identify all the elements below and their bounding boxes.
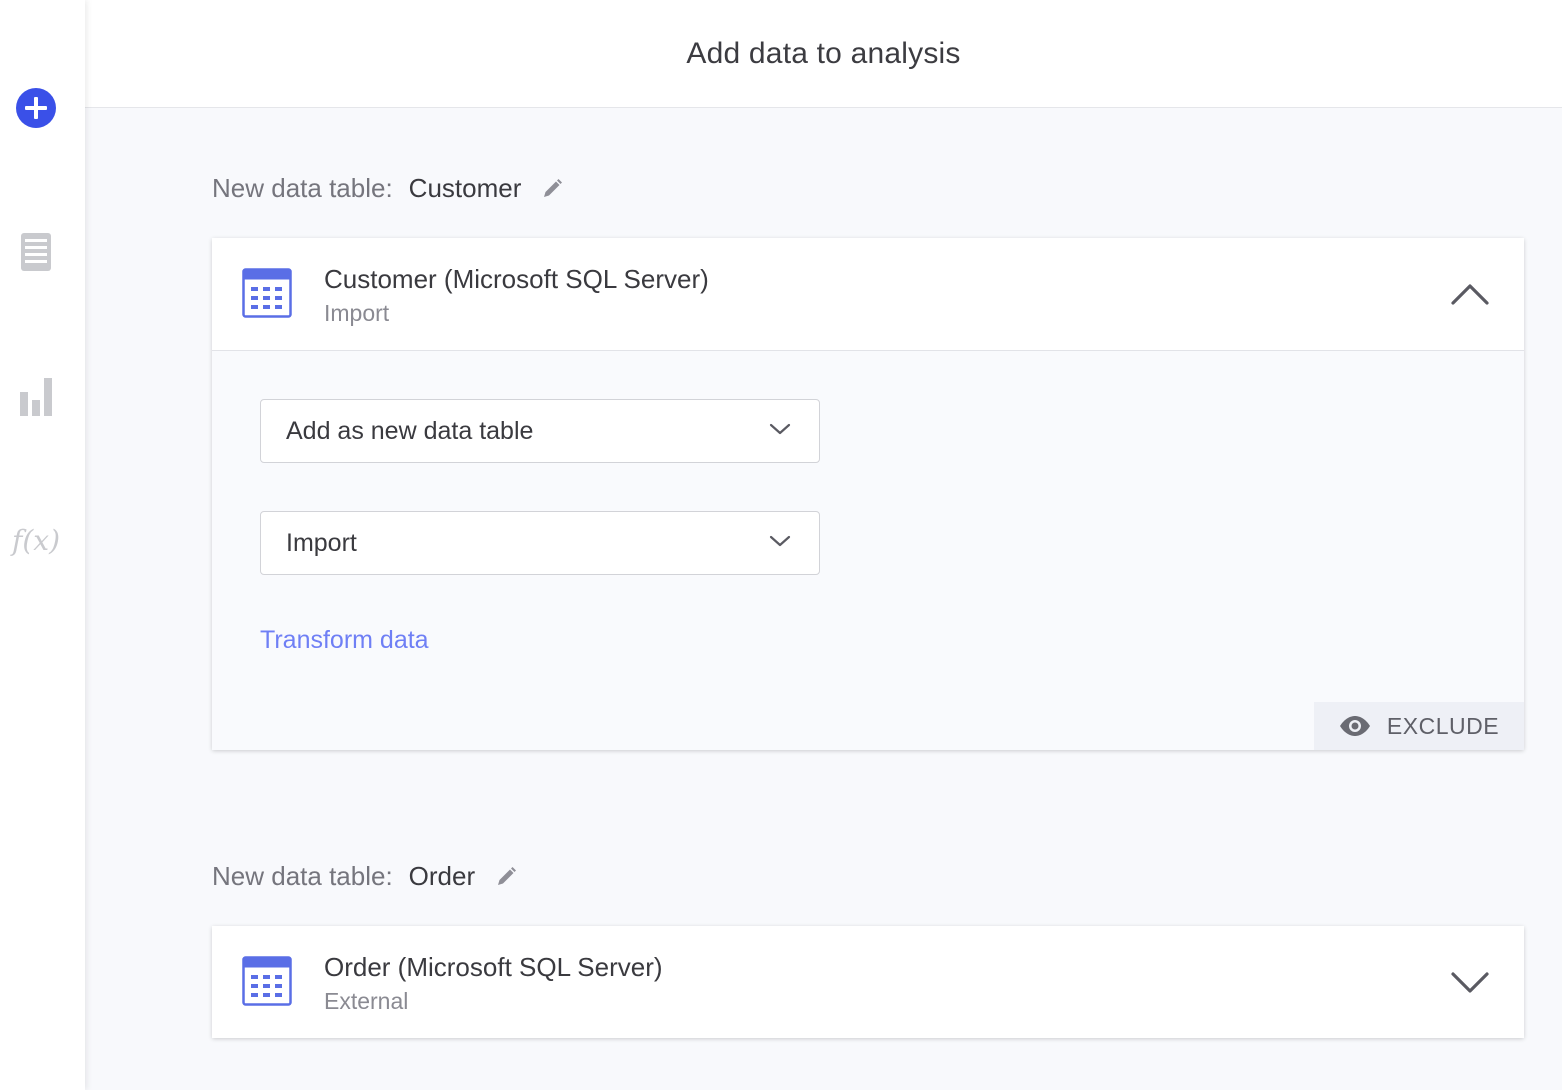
data-source-mode: Import [324,300,390,326]
function-icon: f(x) [10,524,60,557]
edit-table-name-button[interactable] [541,178,563,200]
left-sidebar: f(x) [0,0,85,1090]
table-name-row: New data table: Customer [212,173,563,204]
transform-data-link[interactable]: Transform data [260,626,429,655]
card-header[interactable]: Order (Microsoft SQL Server) External [212,926,1524,1038]
edit-table-name-button[interactable] [495,866,517,888]
visualizations-button[interactable] [0,366,72,426]
load-mode-dropdown[interactable]: Import [260,511,820,575]
exclude-label: EXCLUDE [1386,712,1500,739]
expand-toggle-button[interactable] [1448,962,1492,1002]
load-mode-value: Import [286,528,357,557]
collapse-toggle-button[interactable] [1448,274,1492,314]
card-header[interactable]: Customer (Microsoft SQL Server) Import [212,238,1524,350]
plus-circle-icon [16,88,56,128]
add-mode-dropdown[interactable]: Add as new data table [260,399,820,463]
exclude-button[interactable]: EXCLUDE [1314,702,1524,750]
chevron-down-icon [769,535,791,547]
data-source-card: Customer (Microsoft SQL Server) Import A… [212,238,1524,750]
table-name-label: New data table: [212,861,393,891]
data-source-name: Order (Microsoft SQL Server) [324,952,663,982]
chevron-down-icon [769,423,791,435]
eye-icon [1339,716,1370,736]
page-title: Add data to analysis [686,36,961,70]
bar-chart-icon [20,378,52,416]
chevron-down-icon [1451,972,1489,993]
table-name-value: Order [408,861,476,891]
data-source-mode: External [324,988,409,1014]
table-grid-icon [242,956,292,1006]
table-grid-icon [242,268,292,318]
table-name-value: Customer [408,173,522,203]
pencil-icon [544,178,563,197]
table-name-row: New data table: Order [212,861,517,892]
page-header: Add data to analysis [85,0,1562,108]
chevron-up-icon [1451,284,1489,305]
card-body: Add as new data table Import Transform d… [212,350,1524,750]
pencil-icon [498,866,517,885]
data-source-name: Customer (Microsoft SQL Server) [324,264,709,294]
table-name-label: New data table: [212,173,393,203]
data-source-card: Order (Microsoft SQL Server) External [212,926,1524,1038]
add-mode-value: Add as new data table [286,416,534,445]
data-table-icon [21,233,51,271]
expression-button[interactable]: f(x) [0,510,72,570]
add-data-button[interactable] [0,78,72,138]
main-content: New data table: Customer Customer (Micro… [85,109,1562,1090]
svg-text:f(x): f(x) [10,524,60,557]
data-panel-button[interactable] [0,222,72,282]
